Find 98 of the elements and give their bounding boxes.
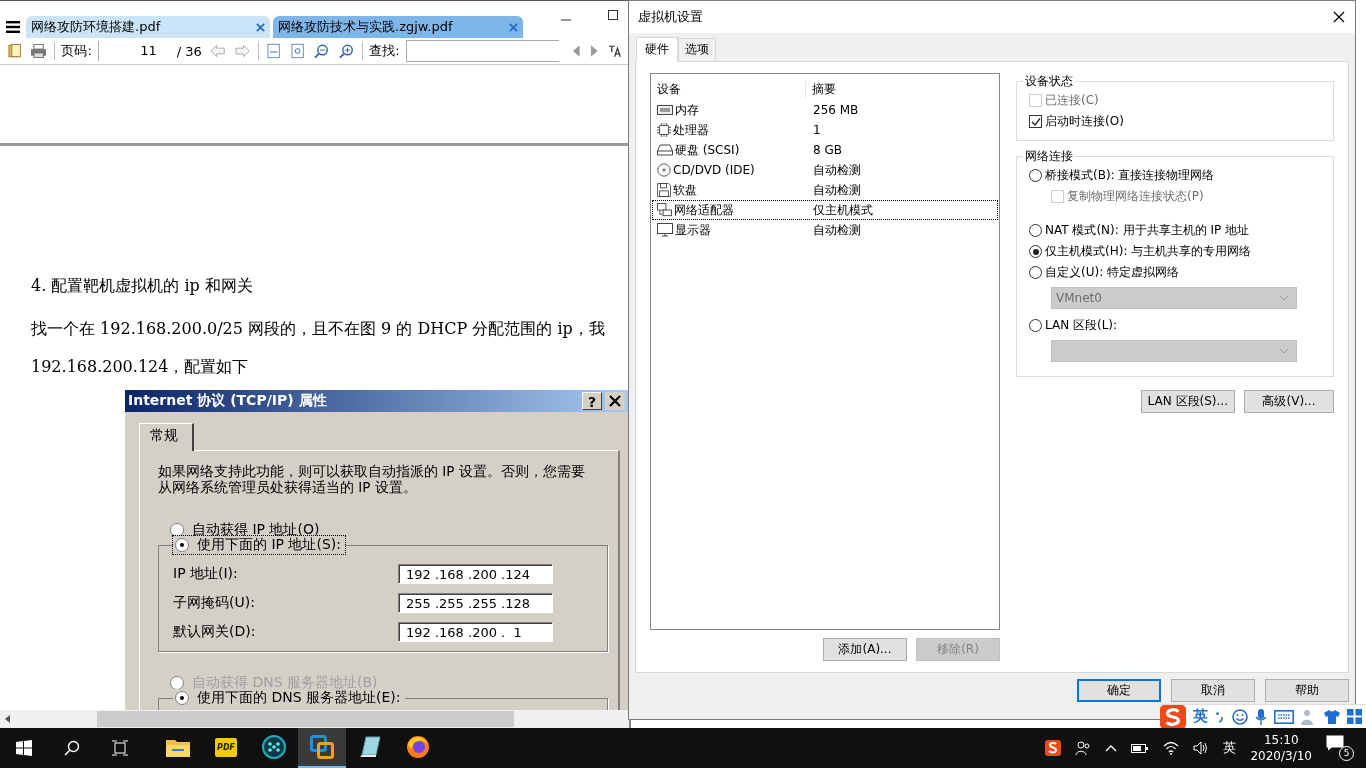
chevron-down-icon [1279, 348, 1289, 354]
previous-icon[interactable] [572, 45, 581, 57]
document-tab[interactable]: 网络攻防环境搭建.pdf [26, 16, 270, 38]
dialog-button[interactable]: 帮助 [1265, 679, 1349, 702]
radio-option[interactable]: 使用下面的 IP 地址(S): [173, 536, 345, 554]
maximize-icon[interactable] [608, 10, 618, 20]
radio-option[interactable]: LAN 区段(L): [1029, 315, 1323, 336]
font-options-icon[interactable] [607, 44, 621, 58]
fit-page-icon[interactable] [290, 43, 304, 59]
settings-tab[interactable]: 硬件 [636, 37, 678, 62]
volume-icon[interactable] [1193, 741, 1210, 755]
group-title: 设备状态 [1024, 73, 1074, 90]
printer-icon[interactable] [31, 44, 47, 58]
ime-logo-icon[interactable] [1160, 704, 1186, 729]
start-icon[interactable] [16, 740, 32, 756]
input-mode[interactable]: 英 [1193, 707, 1208, 726]
device-row[interactable]: 显示器 自动检测 [652, 220, 998, 240]
page-label: 页码: [61, 42, 92, 60]
shirt-icon[interactable] [1324, 708, 1340, 725]
device-row[interactable]: CD/DVD (IDE) 自动检测 [652, 160, 998, 180]
settings-tab[interactable]: 选项 [678, 38, 716, 61]
radio-option[interactable]: NAT 模式(N): 用于共享主机的 IP 地址 [1029, 220, 1323, 241]
floppy-icon [657, 183, 671, 197]
zoom-in-icon[interactable] [339, 43, 355, 59]
punctuation-icon[interactable] [1215, 709, 1225, 724]
overlapping-squares-icon [310, 735, 334, 759]
check-icon [1030, 116, 1041, 127]
help-button[interactable]: ? [582, 392, 602, 410]
ip-address-field[interactable]: 255 .255 .255 .128 [398, 593, 553, 613]
radio-option[interactable]: 桥接模式(B): 直接连接物理网络 [1029, 165, 1323, 186]
sogou-icon[interactable] [1045, 740, 1062, 756]
device-row[interactable]: 处理器 1 [652, 120, 998, 140]
zoom-out-icon[interactable] [313, 43, 329, 59]
task-view-icon[interactable] [112, 740, 128, 756]
people-icon[interactable] [1075, 740, 1092, 756]
chevron-up-icon[interactable] [1105, 744, 1118, 752]
radio-option[interactable]: 使用下面的 DNS 服务器地址(E): [173, 689, 405, 707]
document-tab[interactable]: 网络攻防技术与实践.zgjw.pdf [273, 16, 523, 38]
device-row[interactable]: 内存 256 MB [652, 100, 998, 120]
checkbox-option[interactable]: 启动时连接(O) [1029, 111, 1323, 132]
folder-icon [166, 737, 190, 757]
disc-icon [657, 163, 671, 177]
close-icon[interactable] [1333, 11, 1345, 23]
keyboard-icon[interactable] [1274, 709, 1294, 724]
radio-option[interactable]: 自定义(U): 特定虚拟网络 [1029, 262, 1323, 283]
field-label: 子网掩码(U): [173, 594, 255, 612]
body-text-line: 192.168.200.124，配置如下 [31, 356, 250, 378]
input-language[interactable]: 英 [1223, 739, 1237, 757]
app-icon [262, 735, 286, 759]
menu-icon[interactable] [6, 21, 20, 33]
network-icon [657, 202, 672, 218]
find-field[interactable] [405, 40, 559, 62]
column-header[interactable]: 设备 [652, 80, 806, 98]
memory-icon [657, 104, 673, 116]
taskbar-app[interactable]: PDF [202, 728, 250, 768]
dialog-title: Internet 协议 (TCP/IP) 属性 [128, 392, 327, 410]
network-button[interactable]: LAN 区段(S)... [1140, 390, 1235, 413]
ip-address-field[interactable]: 192 .168 .200 . 1 [398, 622, 553, 642]
pdf-reader-logo: PDF [215, 737, 237, 757]
monitor-icon [657, 223, 673, 237]
notebook-icon [358, 735, 382, 759]
ip-address-field[interactable]: 192 .168 .200 .124 [398, 564, 553, 584]
fit-width-icon[interactable] [267, 43, 281, 59]
window-title: 虚拟机设置 [638, 8, 703, 26]
chevron-down-icon [1279, 295, 1289, 301]
device-button[interactable]: 添加(A)... [823, 638, 907, 661]
scrollbar-thumb[interactable] [97, 711, 514, 727]
scroll-left-icon[interactable] [4, 715, 12, 723]
find-label: 查找: [369, 42, 400, 60]
general-tab[interactable]: 常规 [139, 423, 194, 451]
page-total: / 36 [176, 43, 202, 59]
grid-icon[interactable] [1347, 709, 1362, 724]
device-row[interactable]: 硬盘 (SCSI) 8 GB [652, 140, 998, 160]
next-icon[interactable] [590, 45, 598, 57]
section-heading: 4. 配置靶机虚拟机的 ip 和网关 [31, 276, 254, 297]
page-number-field[interactable]: 11 [97, 41, 171, 61]
radio-option[interactable]: 仅主机模式(H): 与主机共享的专用网络 [1029, 241, 1323, 262]
firefox-icon [406, 735, 430, 759]
dialog-button[interactable]: 确定 [1077, 679, 1161, 702]
battery-icon[interactable] [1131, 742, 1150, 754]
network-button[interactable]: 高级(V)... [1244, 390, 1334, 413]
clock[interactable]: 15:10 2020/3/10 [1250, 732, 1312, 764]
group-title: 网络连接 [1024, 148, 1074, 165]
smiley-icon[interactable] [1232, 708, 1248, 725]
dialog-button[interactable]: 取消 [1171, 679, 1255, 702]
device-row[interactable]: 网络适配器 仅主机模式 [652, 200, 998, 220]
chip-icon [657, 123, 671, 137]
device-row[interactable]: 软盘 自动检测 [652, 180, 998, 200]
pages-icon[interactable] [8, 43, 22, 59]
column-header[interactable]: 摘要 [806, 80, 836, 98]
notification-button[interactable]: 5 [1326, 735, 1354, 761]
field-label: IP 地址(I): [173, 565, 238, 583]
description-text: 如果网络支持此功能，则可以获取自动指派的 IP 设置。否则，您需要从网络系统管理员处获得适当的 IP 设置。 [158, 463, 586, 495]
search-icon[interactable] [64, 740, 80, 756]
field-label: 默认网关(D): [173, 623, 256, 641]
wifi-icon[interactable] [1163, 741, 1180, 755]
microphone-icon[interactable] [1255, 708, 1267, 725]
body-text-line: 找一个在 192.168.200.0/25 网段的，且不在图 9 的 DHCP 分配范围的 ip，我 [31, 318, 606, 340]
